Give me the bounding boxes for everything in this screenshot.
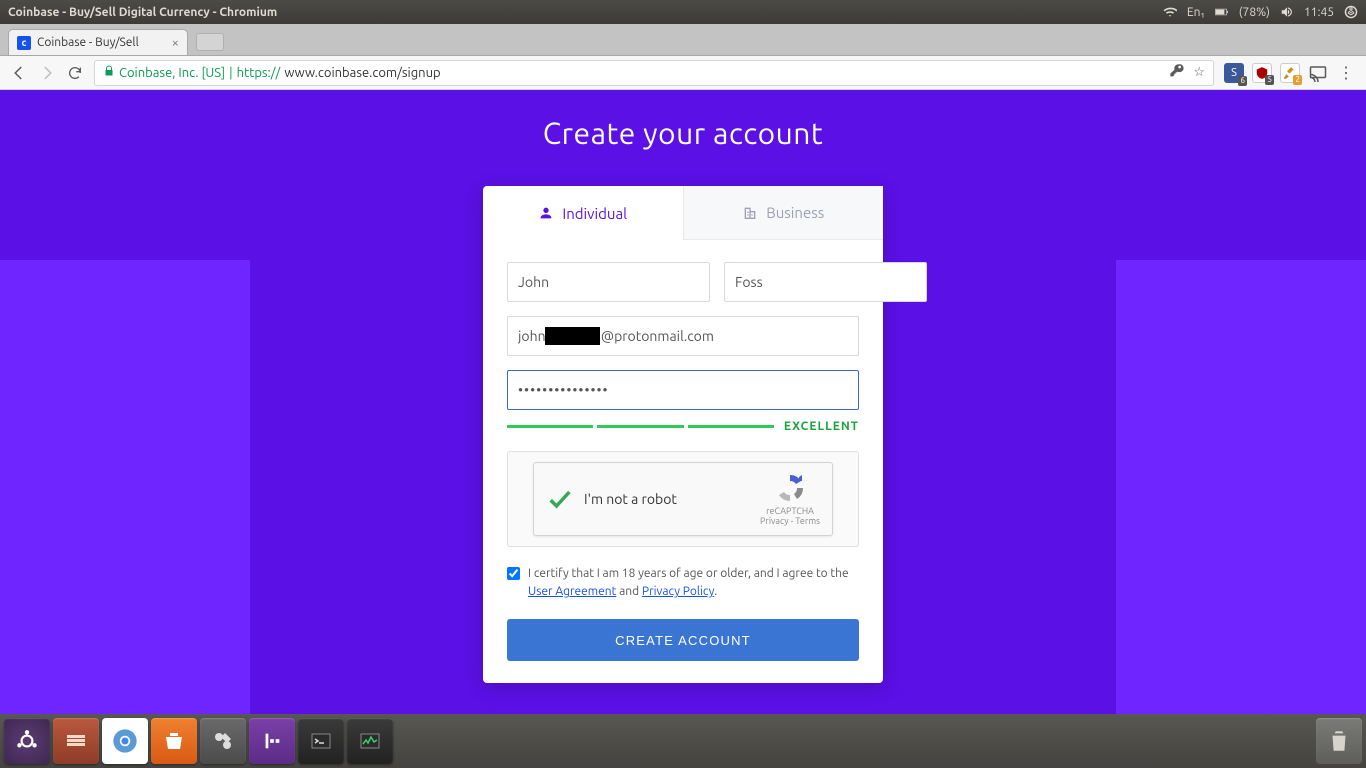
create-account-button[interactable]: CREATE ACCOUNT [507, 619, 859, 661]
trash-icon[interactable] [1316, 718, 1362, 764]
user-agreement-link[interactable]: User Agreement [528, 585, 616, 598]
browser-toolbar: Coinbase, Inc. [US] | https://www.coinba… [0, 56, 1366, 90]
close-tab-icon[interactable]: × [172, 36, 179, 50]
tab-business-label: Business [766, 204, 824, 221]
unity-launcher [0, 714, 1366, 768]
strength-label: EXCELLENT [784, 420, 859, 433]
extension-broom-icon[interactable]: 2 [1280, 63, 1300, 83]
privacy-policy-link[interactable]: Privacy Policy [642, 585, 714, 598]
certify-text: I certify that I am 18 years of age or o… [528, 565, 859, 601]
recaptcha-brand: reCAPTCHA Privacy - Terms [760, 472, 820, 526]
first-name-field[interactable] [507, 262, 710, 302]
recaptcha-label: I'm not a robot [584, 491, 677, 507]
tab-individual[interactable]: Individual [483, 186, 683, 240]
settings-icon[interactable] [200, 718, 246, 764]
page-title: Create your account [0, 90, 1366, 150]
chrome-menu-icon[interactable]: ⋮ [1336, 63, 1356, 83]
separator: | [229, 66, 233, 80]
page-content: Create your account Individual Business [0, 90, 1366, 714]
software-center-icon[interactable] [151, 718, 197, 764]
tab-individual-label: Individual [562, 205, 627, 222]
lock-icon [103, 65, 115, 80]
tab-title: Coinbase - Buy/Sell [37, 36, 139, 49]
address-bar[interactable]: Coinbase, Inc. [US] | https://www.coinba… [94, 60, 1214, 86]
window-title: Coinbase - Buy/Sell Digital Currency - C… [8, 6, 1163, 19]
building-icon [742, 205, 758, 221]
system-menu-bar: Coinbase - Buy/Sell Digital Currency - C… [0, 0, 1366, 24]
ubuntu-dash-icon[interactable] [4, 718, 50, 764]
account-type-tabs: Individual Business [483, 186, 883, 240]
chromium-icon[interactable] [102, 718, 148, 764]
url-protocol: https:// [237, 66, 281, 80]
clock[interactable]: 11:45 [1304, 6, 1334, 19]
favicon-icon: c [17, 36, 31, 50]
app-icon-purple[interactable] [249, 718, 295, 764]
wifi-icon[interactable] [1163, 5, 1177, 19]
terminal-icon[interactable] [298, 718, 344, 764]
back-button[interactable] [10, 64, 28, 82]
checkmark-icon [546, 485, 574, 513]
language-indicator[interactable]: En₁ [1187, 6, 1205, 19]
system-monitor-icon[interactable] [347, 718, 393, 764]
bookmark-star-icon[interactable]: ☆ [1193, 65, 1205, 80]
extension-s-icon[interactable]: S6 [1224, 63, 1244, 83]
person-icon [538, 205, 554, 221]
extension-ublock-icon[interactable]: 5 [1252, 63, 1272, 83]
url-text: www.coinbase.com/signup [284, 66, 440, 80]
tab-business[interactable]: Business [683, 186, 884, 240]
recaptcha-container: I'm not a robot reCAPTCHA Privacy - Term… [507, 451, 859, 547]
power-icon[interactable] [1344, 5, 1358, 19]
last-name-field[interactable] [724, 262, 927, 302]
decorative-panel-right [1116, 260, 1366, 714]
files-icon[interactable] [53, 718, 99, 764]
redaction-block [545, 327, 600, 345]
browser-tab-strip: c Coinbase - Buy/Sell × [0, 24, 1366, 56]
decorative-panel-left [0, 260, 250, 714]
recaptcha-widget[interactable]: I'm not a robot reCAPTCHA Privacy - Term… [533, 462, 833, 536]
volume-icon[interactable] [1280, 5, 1294, 19]
certify-row: I certify that I am 18 years of age or o… [507, 565, 859, 601]
password-field[interactable] [507, 370, 859, 410]
browser-tab[interactable]: c Coinbase - Buy/Sell × [8, 29, 188, 55]
extension-area: S6 5 2 ⋮ [1224, 63, 1356, 83]
new-tab-button[interactable] [196, 33, 224, 51]
forward-button[interactable] [38, 64, 56, 82]
password-strength: EXCELLENT [507, 420, 859, 433]
strength-bars [507, 425, 774, 428]
key-icon[interactable] [1169, 63, 1185, 82]
system-tray: En₁ (78%) 11:45 [1163, 5, 1358, 19]
recaptcha-logo-icon [774, 472, 806, 504]
certify-checkbox[interactable] [507, 567, 520, 580]
reload-button[interactable] [66, 64, 84, 82]
signup-card: Individual Business [483, 186, 883, 683]
ev-cert-name: Coinbase, Inc. [US] [119, 66, 225, 80]
cast-icon[interactable] [1308, 63, 1328, 83]
signup-form: EXCELLENT I'm not a robot reCAPTCHA Priv… [483, 240, 883, 683]
battery-percent: (78%) [1239, 6, 1270, 19]
battery-icon[interactable] [1215, 5, 1229, 19]
